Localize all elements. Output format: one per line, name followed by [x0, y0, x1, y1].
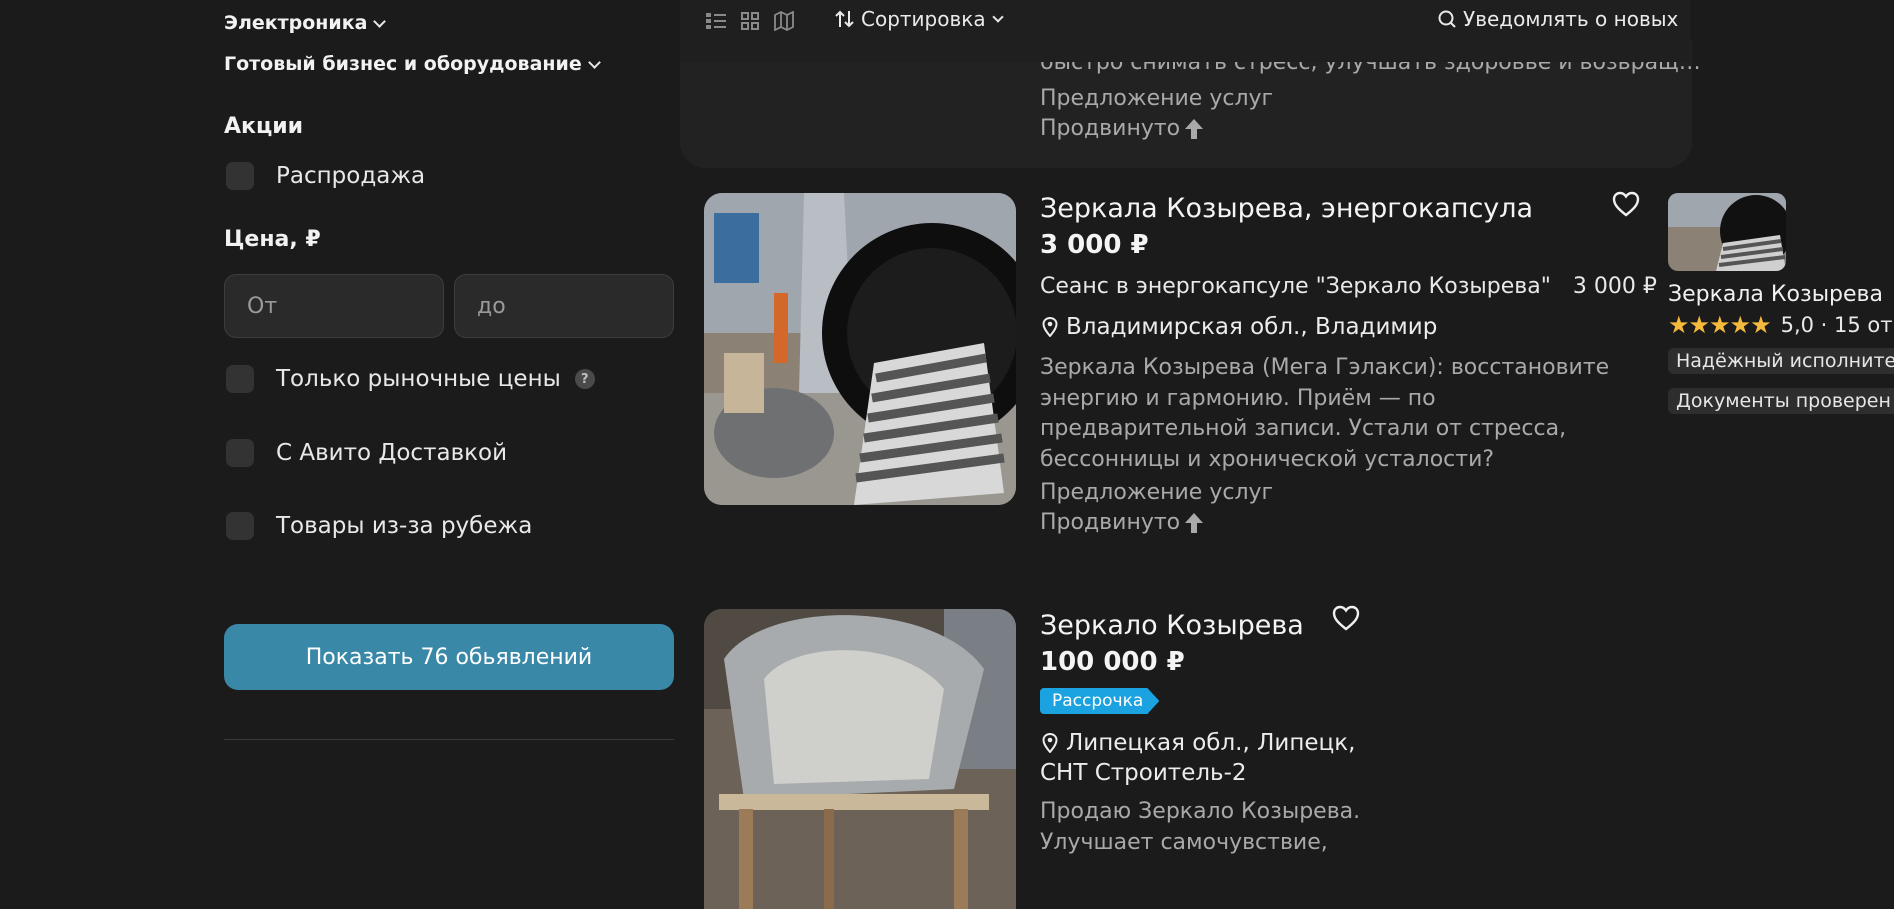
sort-icon — [835, 10, 854, 28]
chevron-down-icon — [991, 11, 1004, 23]
listing-photo[interactable] — [704, 193, 1016, 505]
grid-view-icon[interactable] — [741, 12, 759, 30]
abroad-goods-label: Товары из-за рубежа — [276, 513, 533, 539]
notify-new-button[interactable]: Уведомлять о новых — [1437, 7, 1678, 31]
market-prices-checkbox[interactable]: Только рыночные цены ? — [226, 365, 595, 393]
promoted-label: Продвинуто — [1040, 116, 1181, 141]
category-label: Готовый бизнес и оборудование — [224, 53, 582, 75]
listing-location: Липецкая обл., Липецк, — [1042, 730, 1355, 756]
listing-description: Улучшает самочувствие, — [1040, 830, 1328, 855]
star-icon: ★★★★★ — [1668, 311, 1772, 339]
avito-delivery-label: С Авито Доставкой — [276, 440, 508, 466]
price-to-input[interactable] — [454, 274, 674, 338]
installment-badge: Рассрочка — [1040, 688, 1160, 714]
listing-title[interactable]: Зеркала Козырева, энергокапсула — [1040, 193, 1533, 224]
avito-delivery-checkbox[interactable]: С Авито Доставкой — [226, 439, 507, 467]
listing-category: Предложение услуг — [1040, 480, 1274, 505]
category-label: Электроника — [224, 12, 368, 34]
location-label-line2: СНТ Строитель-2 — [1040, 760, 1247, 786]
promoted-label: Продвинуто — [1040, 510, 1181, 535]
chevron-down-icon — [373, 14, 387, 28]
checkbox-box[interactable] — [226, 439, 254, 467]
service-name: Сеанс в энергокапсуле "Зеркало Козырева" — [1040, 274, 1551, 299]
listing-description: Продаю Зеркало Козырева. — [1040, 799, 1361, 824]
location-label: Владимирская обл., Владимир — [1066, 314, 1438, 340]
arrow-up-icon — [1185, 118, 1204, 139]
help-icon[interactable]: ? — [574, 369, 595, 389]
listing-price: 3 000 ₽ — [1040, 230, 1149, 260]
promotions-title: Акции — [224, 114, 304, 139]
market-prices-label: Только рыночные цены — [276, 366, 561, 392]
listing-title[interactable]: Зеркало Козырева — [1040, 610, 1304, 641]
listing-photo-image — [704, 609, 1016, 909]
heart-icon[interactable] — [1332, 605, 1360, 631]
promoted-indicator: Продвинуто — [1040, 510, 1204, 535]
notify-label: Уведомлять о новых — [1463, 7, 1679, 31]
seller-badge-documents: Документы проверен — [1668, 388, 1894, 414]
listing-photo-image — [704, 193, 1016, 505]
heart-icon[interactable] — [1612, 191, 1640, 217]
checkbox-box[interactable] — [226, 162, 254, 190]
service-row: Сеанс в энергокапсуле "Зеркало Козырева"… — [1040, 274, 1657, 299]
sort-dropdown[interactable]: Сортировка — [835, 7, 1004, 31]
seller-avatar-image — [1668, 193, 1786, 271]
chevron-down-icon — [587, 55, 601, 69]
seller-badge-reliable: Надёжный исполнител — [1668, 348, 1894, 374]
price-title: Цена, ₽ — [224, 227, 321, 252]
sale-label: Распродажа — [276, 163, 426, 189]
price-from-input[interactable] — [224, 274, 444, 338]
seller-rating: ★★★★★ 5,0 · 15 от — [1668, 311, 1892, 339]
sort-label: Сортировка — [861, 7, 986, 31]
checkbox-box[interactable] — [226, 365, 254, 393]
listing-photo[interactable] — [704, 609, 1016, 909]
seller-name[interactable]: Зеркала Козырева — [1668, 282, 1883, 307]
map-view-icon[interactable] — [774, 11, 794, 31]
category-electronics-link[interactable]: Электроника — [224, 12, 387, 34]
rating-label: 5,0 · 15 от — [1780, 313, 1893, 337]
location-label: Липецкая обл., Липецк, — [1066, 730, 1356, 756]
abroad-goods-checkbox[interactable]: Товары из-за рубежа — [226, 512, 532, 540]
checkbox-box[interactable] — [226, 512, 254, 540]
seller-avatar[interactable] — [1668, 193, 1786, 271]
list-view-icon[interactable] — [706, 12, 726, 30]
listing-price: 100 000 ₽ — [1040, 647, 1185, 677]
sale-checkbox[interactable]: Распродажа — [226, 162, 425, 190]
category-business-link[interactable]: Готовый бизнес и оборудование — [224, 53, 601, 75]
location-pin-icon — [1042, 733, 1058, 753]
promoted-indicator: Продвинуто — [1040, 116, 1204, 141]
listing-description: Зеркала Козырева (Мега Гэлакси): восстан… — [1040, 355, 1610, 472]
filters-divider — [224, 739, 674, 740]
bell-search-icon — [1438, 10, 1456, 28]
previous-listing-category: Предложение услуг — [1040, 86, 1274, 111]
arrow-up-icon — [1185, 512, 1204, 533]
location-pin-icon — [1042, 317, 1058, 337]
listing-location: Владимирская обл., Владимир — [1042, 314, 1437, 340]
service-price: 3 000 ₽ — [1572, 274, 1657, 299]
show-results-button[interactable]: Показать 76 обьявлений — [224, 624, 674, 690]
